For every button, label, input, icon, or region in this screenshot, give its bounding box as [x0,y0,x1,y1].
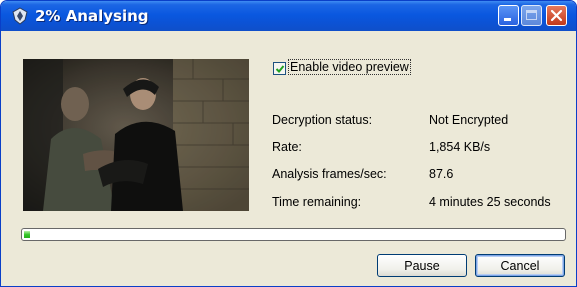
video-preview [23,59,249,211]
decryption-status-label: Decryption status: [272,113,373,127]
frames-per-sec-value: 87.6 [429,167,454,181]
video-frame-image [23,59,249,211]
progress-bar [21,228,566,241]
cancel-button[interactable]: Cancel [475,254,565,277]
pause-button[interactable]: Pause [377,254,467,277]
progress-segment [24,231,30,238]
rate-label: Rate: [272,140,302,154]
checkmark-icon [275,65,285,73]
minimize-button[interactable] [498,5,519,26]
enable-preview-checkbox[interactable] [273,62,286,75]
close-icon [550,9,563,22]
enable-preview-label[interactable]: Enable video preview [288,59,411,75]
time-remaining-label: Time remaining: [272,195,362,209]
time-remaining-value: 4 minutes 25 seconds [429,195,551,209]
frames-per-sec-label: Analysis frames/sec: [272,167,387,181]
progress-fill [24,231,30,238]
title-bar[interactable]: 2% Analysing [1,1,576,31]
close-button[interactable] [546,5,567,26]
window-title: 2% Analysing [35,7,149,25]
maximize-button[interactable] [521,5,542,26]
decryption-status-value: Not Encrypted [429,113,509,127]
shield-logo-icon [12,7,28,25]
analysis-window: 2% Analysing Enable video preview Decryp… [0,0,577,287]
rate-value: 1,854 KB/s [429,140,491,154]
